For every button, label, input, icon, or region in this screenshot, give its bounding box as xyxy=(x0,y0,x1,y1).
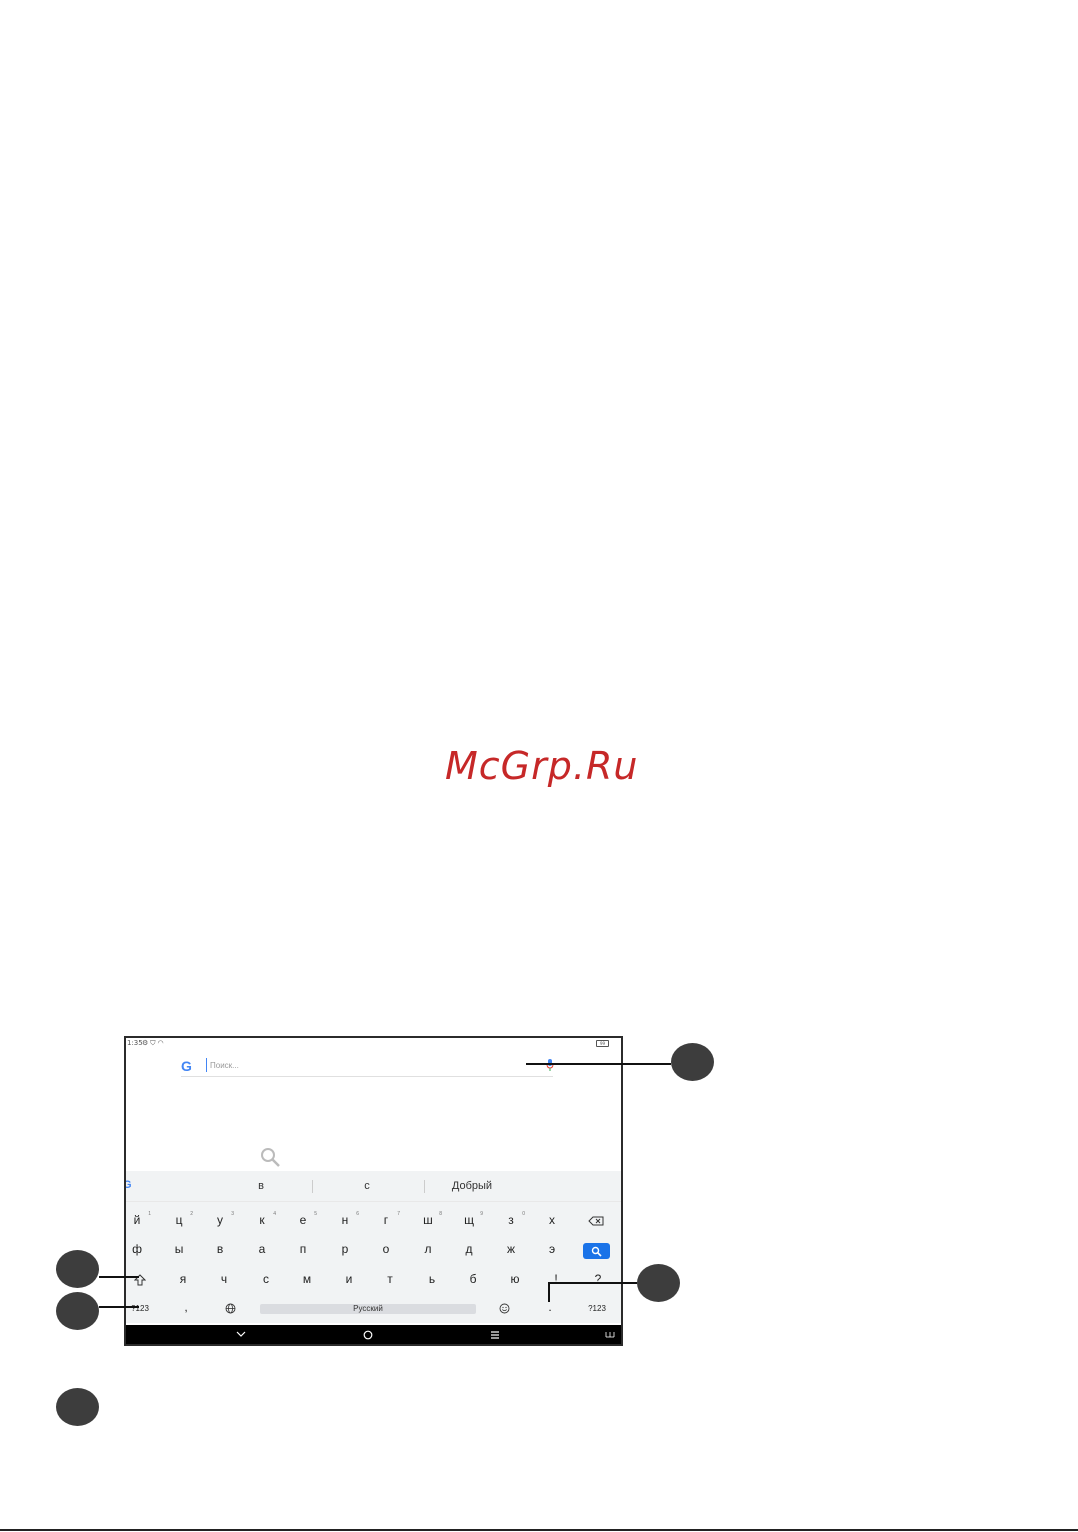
battery-icon: 99 xyxy=(596,1040,609,1047)
leader-line xyxy=(548,1282,550,1302)
symbols-key[interactable]: ?123 xyxy=(579,1297,615,1321)
key[interactable]: о xyxy=(368,1237,404,1261)
divider xyxy=(424,1180,425,1193)
period-key[interactable]: . xyxy=(532,1295,568,1319)
divider xyxy=(312,1180,313,1193)
leader-line xyxy=(99,1306,139,1308)
search-icon xyxy=(591,1246,602,1257)
status-bar: 1:35 ⚙⛉◠ 99 xyxy=(126,1038,621,1050)
key[interactable]: ы xyxy=(161,1237,197,1261)
watermark: McGrp.Ru xyxy=(445,744,639,788)
shield-icon: ⛉ xyxy=(150,1039,158,1047)
symbols-key[interactable]: ?123 xyxy=(126,1297,158,1321)
key[interactable]: ч xyxy=(206,1267,242,1291)
key[interactable]: т xyxy=(372,1267,408,1291)
backspace-icon[interactable] xyxy=(588,1216,604,1226)
key[interactable]: б xyxy=(455,1267,491,1291)
key[interactable]: у3 xyxy=(202,1208,238,1232)
key[interactable]: в xyxy=(202,1237,238,1261)
key[interactable]: р xyxy=(327,1237,363,1261)
key[interactable]: ш8 xyxy=(410,1208,446,1232)
key[interactable]: а xyxy=(244,1237,280,1261)
key[interactable]: я xyxy=(165,1267,201,1291)
key[interactable]: и xyxy=(331,1267,367,1291)
key[interactable]: ? xyxy=(580,1267,616,1291)
search-key[interactable] xyxy=(583,1243,610,1259)
page-bottom-rule xyxy=(0,1529,1078,1531)
google-logo-icon: G xyxy=(181,1058,192,1074)
emoji-icon[interactable] xyxy=(499,1303,510,1314)
key[interactable]: ц2 xyxy=(161,1208,197,1232)
microphone-icon[interactable] xyxy=(546,1059,554,1071)
search-input[interactable] xyxy=(206,1058,510,1072)
key[interactable]: ж xyxy=(493,1237,529,1261)
key[interactable]: м xyxy=(289,1267,325,1291)
key[interactable]: ю xyxy=(497,1267,533,1291)
chevron-down-icon[interactable] xyxy=(236,1330,246,1338)
key[interactable]: н6 xyxy=(327,1208,363,1232)
suggestion[interactable]: в xyxy=(246,1180,276,1192)
globe-icon[interactable] xyxy=(225,1303,236,1314)
status-icons: ⚙⛉◠ xyxy=(142,1039,166,1048)
leader-line xyxy=(548,1282,637,1284)
key[interactable]: л xyxy=(410,1237,446,1261)
key[interactable]: з0 xyxy=(493,1208,529,1232)
key[interactable]: п xyxy=(285,1237,321,1261)
wifi-icon: ◠ xyxy=(157,1039,166,1047)
key[interactable]: д xyxy=(451,1237,487,1261)
keyboard: G в с Добрый й1 ц2 у3 к4 е5 н6 г7 ш8 щ9 … xyxy=(126,1171,621,1323)
navigation-bar xyxy=(126,1325,621,1344)
suggestion[interactable]: Добрый xyxy=(442,1180,502,1192)
comma-key[interactable]: , xyxy=(168,1295,204,1319)
callout-marker xyxy=(56,1250,99,1288)
home-icon[interactable] xyxy=(363,1330,373,1340)
key[interactable]: ь xyxy=(414,1267,450,1291)
callout-marker xyxy=(56,1292,99,1330)
callout-marker xyxy=(637,1264,680,1302)
key[interactable]: г7 xyxy=(368,1208,404,1232)
callout-marker xyxy=(671,1043,714,1081)
key[interactable]: ! xyxy=(538,1267,574,1291)
key[interactable]: е5 xyxy=(285,1208,321,1232)
callout-marker xyxy=(56,1388,99,1426)
key[interactable]: х xyxy=(534,1208,570,1232)
suggestion[interactable]: с xyxy=(352,1180,382,1192)
menu-icon[interactable] xyxy=(490,1330,500,1340)
key[interactable]: э xyxy=(534,1237,570,1261)
suggestion-strip: G в с Добрый xyxy=(126,1171,621,1202)
space-key[interactable]: Русский xyxy=(260,1304,476,1314)
leader-line xyxy=(526,1063,671,1065)
google-logo-icon[interactable]: G xyxy=(126,1179,132,1191)
key[interactable]: с xyxy=(248,1267,284,1291)
keyboard-icon[interactable] xyxy=(605,1331,615,1338)
key[interactable]: ф xyxy=(126,1237,155,1261)
key[interactable]: щ9 xyxy=(451,1208,487,1232)
google-search-bar[interactable]: G xyxy=(181,1056,554,1077)
status-time: 1:35 xyxy=(127,1039,143,1047)
key[interactable]: й1 xyxy=(126,1208,155,1232)
search-icon xyxy=(261,1148,280,1167)
key[interactable]: к4 xyxy=(244,1208,280,1232)
leader-line xyxy=(99,1276,139,1278)
